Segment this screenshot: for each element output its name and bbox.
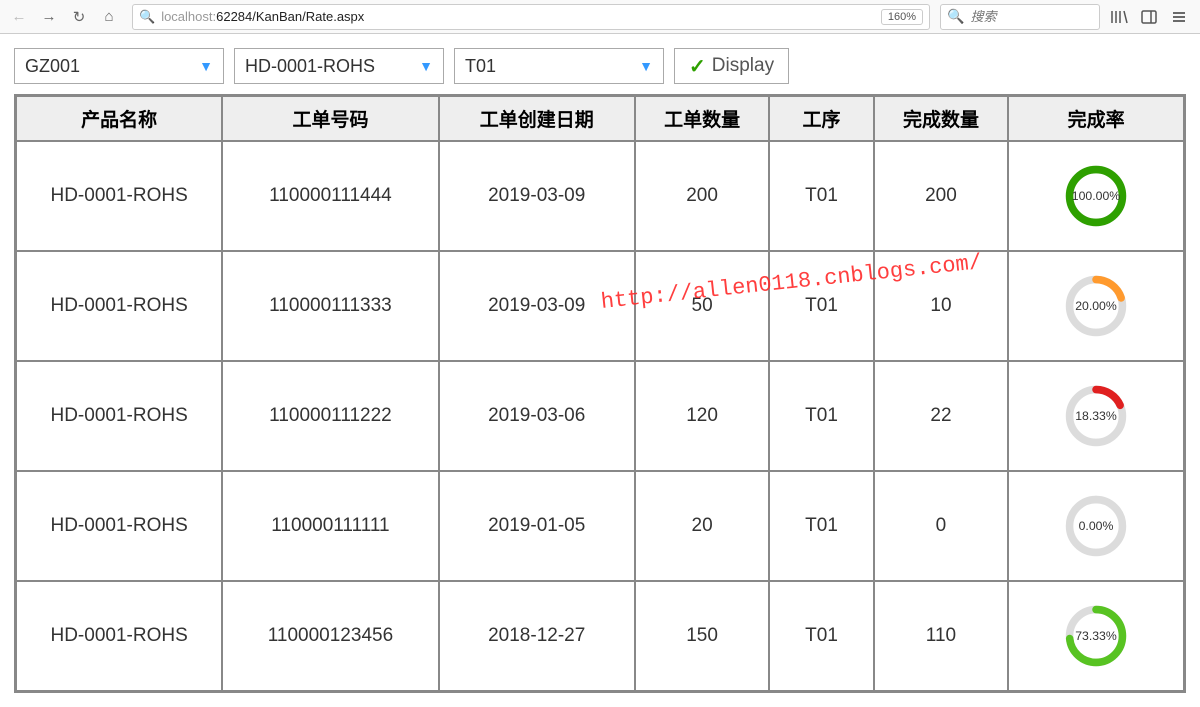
cell-date: 2019-03-09 [440,252,634,360]
cell-product: HD-0001-ROHS [17,582,221,690]
cell-rate: 20.00% [1009,252,1183,360]
table-header-row: 产品名称 工单号码 工单创建日期 工单数量 工序 完成数量 完成率 [17,97,1183,140]
menu-icon[interactable] [1168,6,1190,28]
cell-done: 200 [875,142,1008,250]
sidebar-icon[interactable] [1138,6,1160,28]
reload-button[interactable]: ↻ [66,4,92,30]
cell-done: 10 [875,252,1008,360]
cell-order: 110000111222 [223,362,437,470]
zoom-badge[interactable]: 160% [881,9,923,25]
forward-button[interactable]: → [36,4,62,30]
rate-donut: 73.33% [1015,602,1177,670]
table-row: HD-0001-ROHS1100001113332019-03-0950T011… [17,252,1183,360]
url-path: 62284/KanBan/Rate.aspx [216,9,364,24]
cell-order: 110000123456 [223,582,437,690]
cell-rate: 18.33% [1009,362,1183,470]
col-done: 完成数量 [875,97,1008,140]
url-text: localhost:62284/KanBan/Rate.aspx [161,9,875,24]
rate-donut: 18.33% [1015,382,1177,450]
col-proc: 工序 [770,97,872,140]
col-date: 工单创建日期 [440,97,634,140]
table-row: HD-0001-ROHS1100001234562018-12-27150T01… [17,582,1183,690]
rate-label: 0.00% [1079,519,1114,533]
cell-date: 2018-12-27 [440,582,634,690]
cell-done: 0 [875,472,1008,580]
cell-proc: T01 [770,252,872,360]
cell-date: 2019-03-09 [440,142,634,250]
table-row: HD-0001-ROHS1100001111112019-01-0520T010… [17,472,1183,580]
cell-qty: 50 [636,252,769,360]
col-qty: 工单数量 [636,97,769,140]
display-button[interactable]: ✓ Display [674,48,789,84]
cell-order: 110000111111 [223,472,437,580]
col-order: 工单号码 [223,97,437,140]
library-icon[interactable] [1108,6,1130,28]
dropdown-value: HD-0001-ROHS [245,56,375,77]
cell-proc: T01 [770,472,872,580]
rate-donut: 100.00% [1015,162,1177,230]
address-bar[interactable]: 🔍 localhost:62284/KanBan/Rate.aspx 160% [132,4,930,30]
cell-order: 110000111333 [223,252,437,360]
browser-right-icons [1104,6,1194,28]
dropdown-value: GZ001 [25,56,80,77]
rate-table: 产品名称 工单号码 工单创建日期 工单数量 工序 完成数量 完成率 HD-000… [14,94,1186,693]
cell-qty: 20 [636,472,769,580]
product-dropdown[interactable]: HD-0001-ROHS ▼ [234,48,444,84]
cell-proc: T01 [770,142,872,250]
dropdown-value: T01 [465,56,496,77]
factory-dropdown[interactable]: GZ001 ▼ [14,48,224,84]
table-row: HD-0001-ROHS1100001114442019-03-09200T01… [17,142,1183,250]
rate-donut: 0.00% [1015,492,1177,560]
home-button[interactable]: ⌂ [96,4,122,30]
rate-label: 18.33% [1075,409,1117,423]
search-icon: 🔍 [947,8,964,25]
cell-product: HD-0001-ROHS [17,362,221,470]
url-host: localhost: [161,9,216,24]
cell-rate: 100.00% [1009,142,1183,250]
browser-toolbar: ← → ↻ ⌂ 🔍 localhost:62284/KanBan/Rate.as… [0,0,1200,34]
cell-order: 110000111444 [223,142,437,250]
filter-controls: GZ001 ▼ HD-0001-ROHS ▼ T01 ▼ ✓ Display [14,48,1186,84]
rate-label: 73.33% [1075,629,1117,643]
chevron-down-icon: ▼ [419,58,433,74]
cell-rate: 0.00% [1009,472,1183,580]
check-icon: ✓ [689,54,706,79]
cell-rate: 73.33% [1009,582,1183,690]
browser-search-box[interactable]: 🔍 [940,4,1100,30]
cell-proc: T01 [770,362,872,470]
search-icon: 🔍 [139,9,155,25]
display-button-label: Display [712,55,774,77]
col-rate: 完成率 [1009,97,1183,140]
chevron-down-icon: ▼ [639,58,653,74]
rate-label: 100.00% [1072,189,1121,203]
back-button[interactable]: ← [6,4,32,30]
cell-date: 2019-03-06 [440,362,634,470]
cell-product: HD-0001-ROHS [17,142,221,250]
process-dropdown[interactable]: T01 ▼ [454,48,664,84]
chevron-down-icon: ▼ [199,58,213,74]
cell-date: 2019-01-05 [440,472,634,580]
table-row: HD-0001-ROHS1100001112222019-03-06120T01… [17,362,1183,470]
col-product: 产品名称 [17,97,221,140]
page-content: GZ001 ▼ HD-0001-ROHS ▼ T01 ▼ ✓ Display 产… [0,34,1200,707]
cell-product: HD-0001-ROHS [17,472,221,580]
cell-proc: T01 [770,582,872,690]
cell-qty: 200 [636,142,769,250]
rate-donut: 20.00% [1015,272,1177,340]
cell-done: 22 [875,362,1008,470]
cell-product: HD-0001-ROHS [17,252,221,360]
cell-done: 110 [875,582,1008,690]
rate-label: 20.00% [1075,299,1117,313]
cell-qty: 150 [636,582,769,690]
cell-qty: 120 [636,362,769,470]
search-input[interactable] [970,9,1093,24]
